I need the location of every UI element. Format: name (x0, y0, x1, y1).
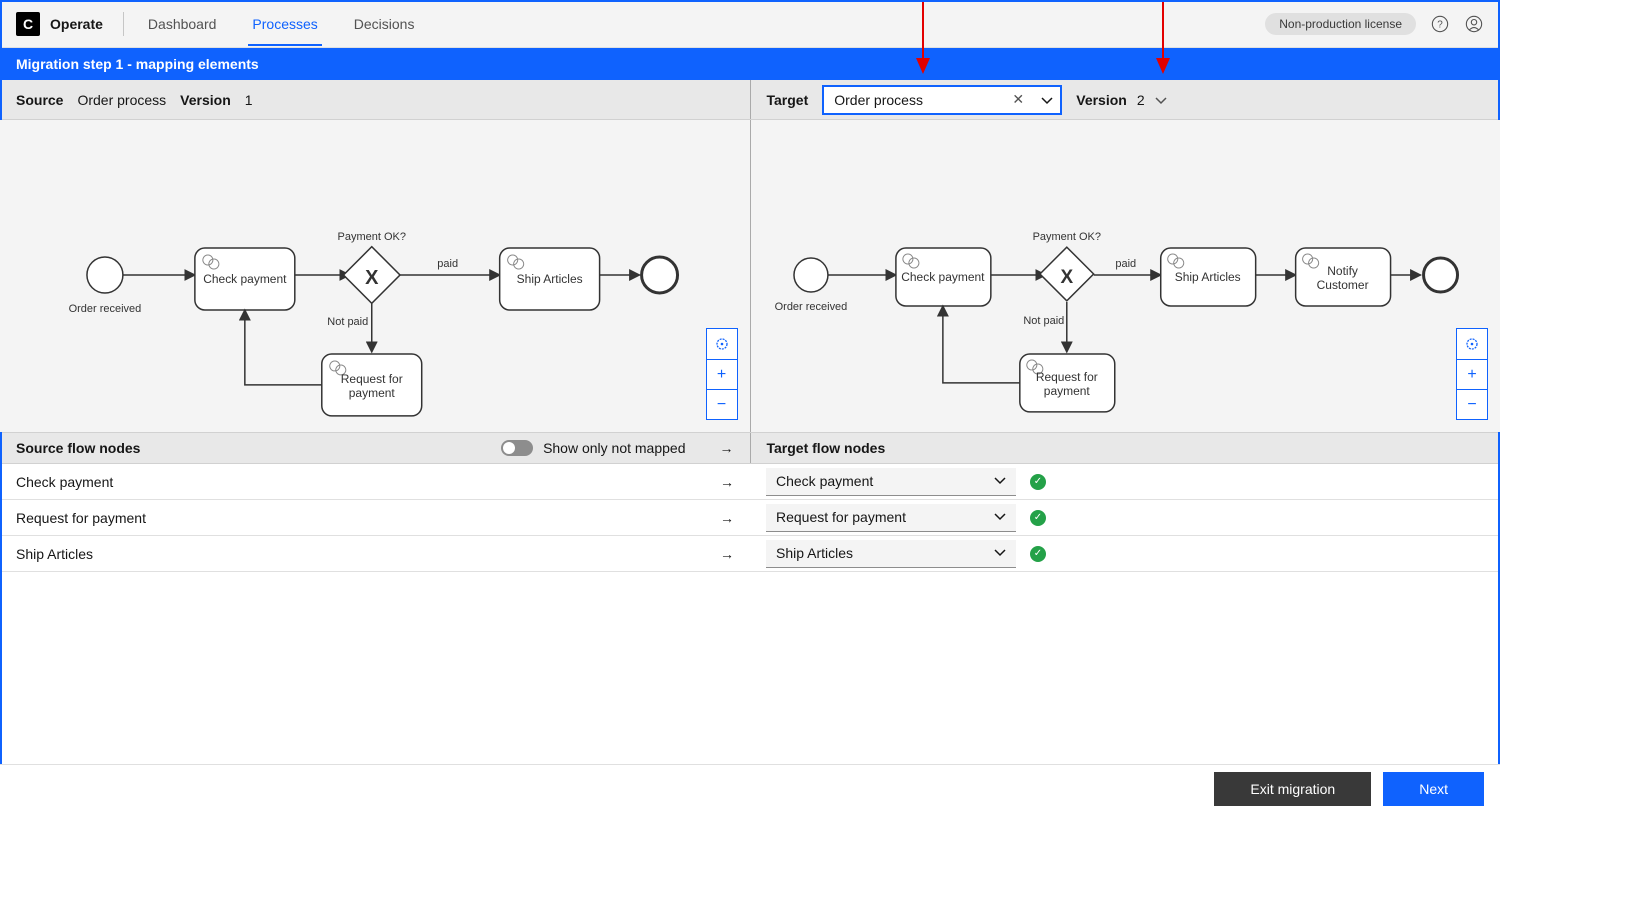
svg-text:Customer: Customer (1316, 278, 1368, 292)
status-ok-icon: ✓ (1030, 546, 1046, 562)
flow-row: Request for payment → Request for paymen… (0, 500, 1500, 536)
svg-text:Request for: Request for (341, 372, 403, 386)
svg-text:Notify: Notify (1327, 264, 1358, 278)
source-flow-title: Source flow nodes (16, 440, 140, 456)
nav-dashboard[interactable]: Dashboard (144, 2, 221, 46)
svg-text:Order received: Order received (69, 303, 142, 315)
svg-text:payment: payment (349, 386, 396, 400)
show-not-mapped-toggle[interactable] (501, 440, 533, 456)
nav-decisions[interactable]: Decisions (350, 2, 419, 46)
target-node-value: Check payment (776, 473, 873, 489)
svg-text:Not paid: Not paid (327, 316, 368, 328)
source-subheader: Source Order process Version 1 (0, 80, 751, 119)
svg-text:paid: paid (437, 258, 458, 270)
exit-migration-button[interactable]: Exit migration (1214, 772, 1371, 806)
chevron-down-icon (994, 549, 1006, 557)
target-subheader: Target Order process ✕ Version 2 (751, 80, 1501, 119)
license-pill[interactable]: Non-production license (1265, 13, 1416, 35)
source-node-name: Check payment (16, 474, 113, 490)
target-flow-title: Target flow nodes (767, 440, 886, 456)
annotation-arrow-1 (908, 0, 938, 76)
migration-banner: Migration step 1 - mapping elements (0, 48, 1500, 80)
target-process-value: Order process (824, 92, 1004, 108)
source-flow-cell: Ship Articles → (0, 546, 750, 562)
target-flow-cell: Request for payment ✓ (750, 504, 1500, 532)
target-node-value: Request for payment (776, 509, 906, 525)
svg-text:Request for: Request for (1035, 370, 1097, 384)
app-header: C Operate Dashboard Processes Decisions … (0, 0, 1500, 48)
next-button[interactable]: Next (1383, 772, 1484, 806)
source-version-label: Version (180, 92, 231, 108)
svg-text:Ship Articles: Ship Articles (517, 272, 583, 286)
status-ok-icon: ✓ (1030, 510, 1046, 526)
svg-text:Check payment: Check payment (203, 272, 287, 286)
zoom-reset-button[interactable] (707, 329, 737, 359)
source-node-name: Ship Articles (16, 546, 93, 562)
footer: Exit migration Next (0, 764, 1500, 812)
app-logo: C (16, 12, 40, 36)
chevron-down-icon (994, 477, 1006, 485)
zoom-reset-button[interactable] (1457, 329, 1487, 359)
user-icon[interactable] (1464, 14, 1484, 34)
status-ok-icon: ✓ (1030, 474, 1046, 490)
source-flow-header: Source flow nodes Show only not mapped → (0, 433, 751, 463)
target-version-label: Version (1076, 92, 1127, 108)
svg-text:Payment OK?: Payment OK? (338, 231, 406, 243)
target-flow-cell: Ship Articles ✓ (750, 540, 1500, 568)
flow-rows: Check payment → Check payment ✓ Request … (0, 464, 1500, 572)
target-node-select[interactable]: Check payment (766, 468, 1016, 496)
target-node-value: Ship Articles (776, 545, 853, 561)
target-node-select[interactable]: Ship Articles (766, 540, 1016, 568)
header-divider (123, 12, 124, 36)
source-process: Order process (77, 92, 166, 108)
app-name: Operate (50, 16, 103, 32)
zoom-out-button[interactable]: − (707, 389, 737, 419)
arrow-right-icon: → (720, 546, 734, 562)
flow-row: Check payment → Check payment ✓ (0, 464, 1500, 500)
target-version: 2 (1137, 92, 1145, 108)
help-icon[interactable]: ? (1430, 14, 1450, 34)
source-version: 1 (245, 92, 253, 108)
source-diagram[interactable]: Order received Check payment X Payment O… (0, 120, 751, 432)
diagram-row: Order received Check payment X Payment O… (0, 120, 1500, 432)
target-zoom-controls: + − (1456, 328, 1488, 420)
toggle-label: Show only not mapped (543, 440, 685, 456)
target-process-select[interactable]: Order process ✕ (822, 85, 1062, 115)
flow-row: Ship Articles → Ship Articles ✓ (0, 536, 1500, 572)
svg-text:?: ? (1437, 19, 1443, 30)
flow-header-row: Source flow nodes Show only not mapped →… (0, 432, 1500, 464)
chevron-down-icon[interactable] (1032, 92, 1060, 108)
source-flow-cell: Request for payment → (0, 510, 750, 526)
target-flow-cell: Check payment ✓ (750, 468, 1500, 496)
svg-text:Order received: Order received (774, 301, 847, 313)
svg-text:paid: paid (1115, 258, 1136, 270)
target-label: Target (767, 92, 809, 108)
version-chevron-icon[interactable] (1155, 92, 1167, 108)
source-zoom-controls: + − (706, 328, 738, 420)
svg-text:Check payment: Check payment (901, 270, 985, 284)
arrow-right-icon: → (720, 474, 734, 490)
target-flow-header: Target flow nodes (751, 433, 1501, 463)
zoom-out-button[interactable]: − (1457, 389, 1487, 419)
subheader: Source Order process Version 1 Target Or… (0, 80, 1500, 120)
svg-text:payment: payment (1043, 384, 1090, 398)
source-label: Source (16, 92, 63, 108)
target-diagram[interactable]: Order received Check payment X Payment O… (751, 120, 1501, 432)
zoom-in-button[interactable]: + (1457, 359, 1487, 389)
arrow-right-icon: → (720, 510, 734, 526)
target-node-select[interactable]: Request for payment (766, 504, 1016, 532)
zoom-in-button[interactable]: + (707, 359, 737, 389)
clear-icon[interactable]: ✕ (1004, 91, 1032, 108)
svg-text:X: X (365, 267, 379, 289)
svg-text:Payment OK?: Payment OK? (1032, 231, 1100, 243)
nav-processes[interactable]: Processes (248, 2, 321, 46)
annotation-arrow-2 (1148, 0, 1178, 76)
svg-text:Not paid: Not paid (1023, 315, 1064, 327)
source-node-name: Request for payment (16, 510, 146, 526)
arrow-right-icon: → (720, 440, 734, 456)
source-flow-cell: Check payment → (0, 474, 750, 490)
svg-text:X: X (1060, 267, 1073, 288)
svg-text:Ship Articles: Ship Articles (1174, 270, 1240, 284)
chevron-down-icon (994, 513, 1006, 521)
